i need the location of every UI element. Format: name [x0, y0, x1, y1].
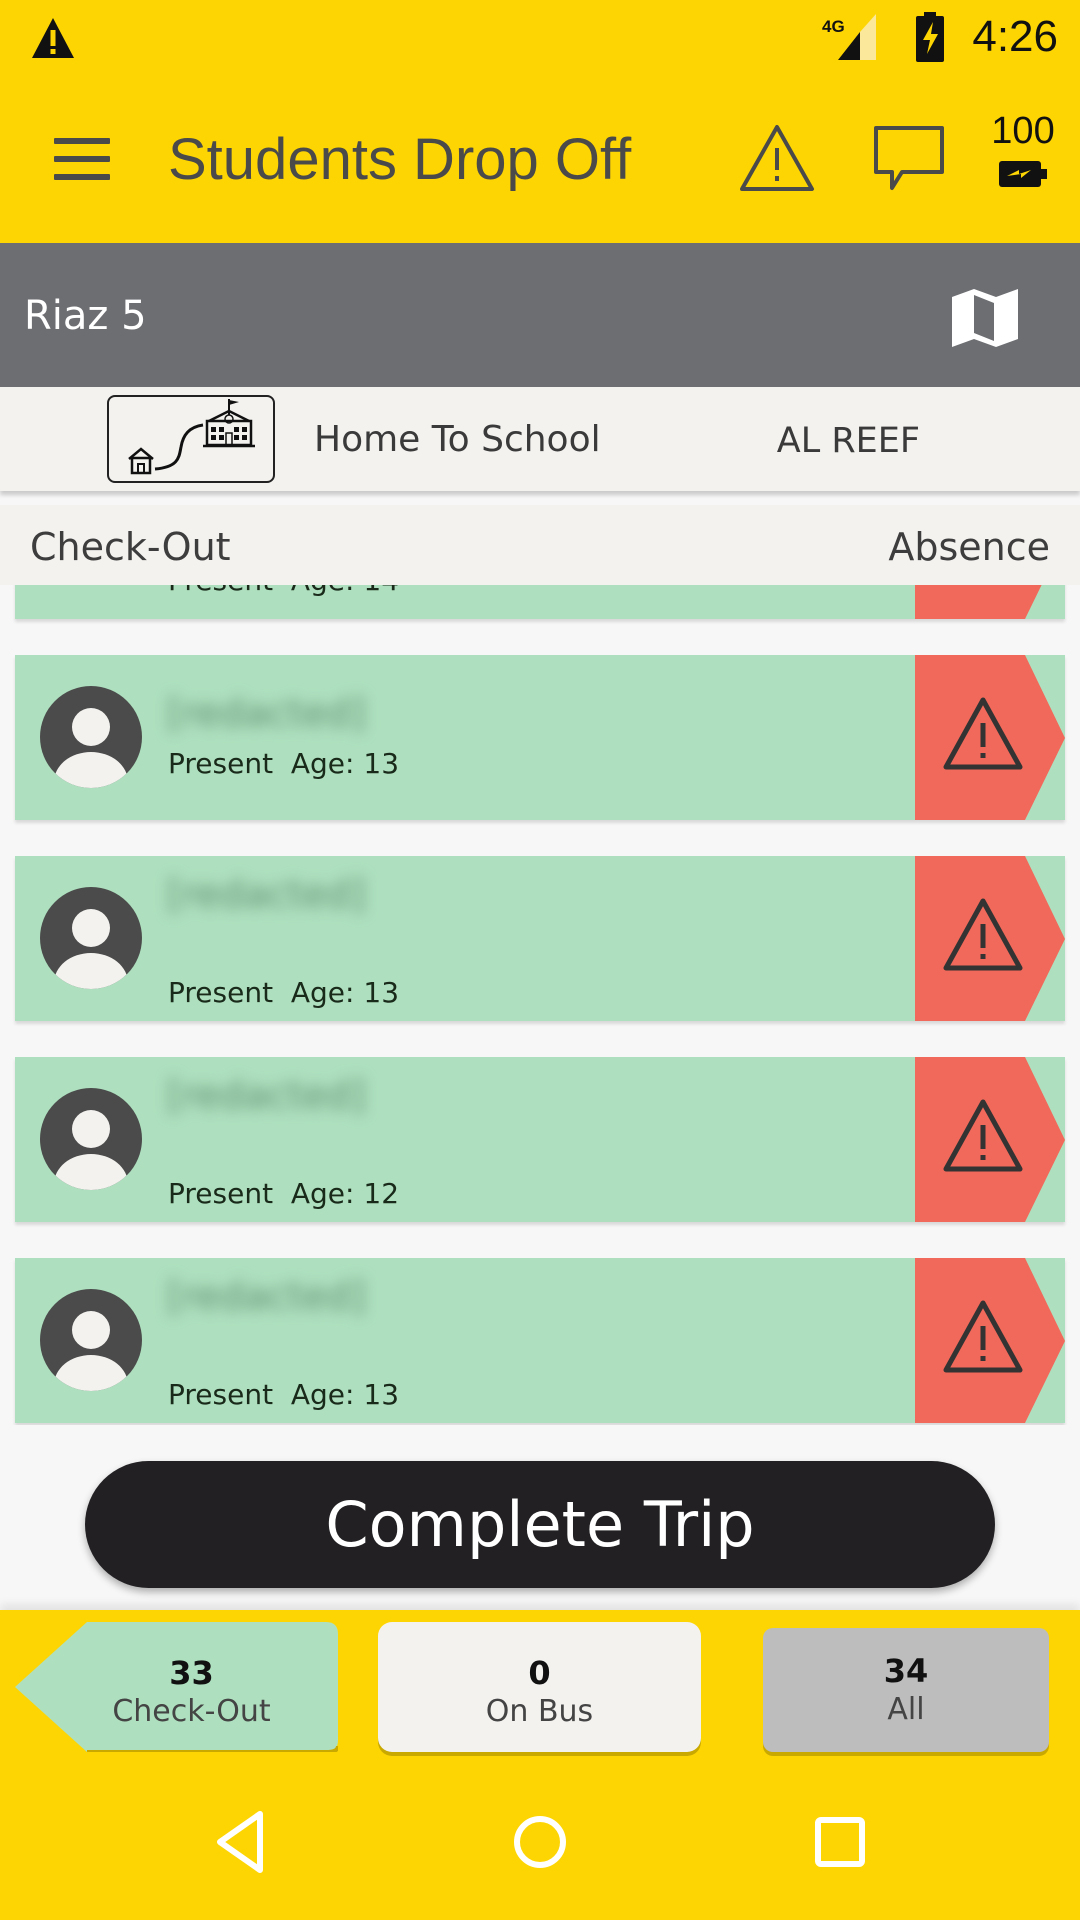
student-name: [redacted] [167, 1073, 366, 1117]
student-meta: Present Age: 13 [168, 747, 399, 780]
student-age: 13 [363, 976, 400, 1009]
battery-charging-icon [999, 161, 1047, 187]
app-bar: Students Drop Off 100 [0, 80, 1080, 243]
recents-icon[interactable] [800, 1802, 880, 1882]
age-label: Age: [290, 1378, 355, 1411]
student-meta: Present Age: 13 [168, 1378, 399, 1411]
student-name: [redacted] [167, 691, 366, 731]
student-name: [redacted] [167, 872, 366, 916]
route-name: Riaz 5 [24, 293, 147, 339]
home-to-school-icon [107, 395, 275, 483]
student-card[interactable]: [redacted] Present Age: 13 [15, 1258, 1065, 1423]
age-label: Age: [291, 585, 355, 597]
student-status: Present [168, 976, 274, 1009]
mark-absence-button[interactable] [900, 856, 1065, 1021]
student-status: Present [168, 747, 274, 780]
mark-absence-button[interactable] [900, 1057, 1065, 1222]
checkout-label: Check-Out [112, 1694, 271, 1729]
student-card[interactable]: [redacted] Present Age: 12 [15, 1057, 1065, 1222]
age-label: Age: [290, 976, 355, 1009]
student-name: [redacted] [167, 1274, 366, 1318]
svg-text:4G: 4G [822, 17, 845, 36]
list-column-header: Check-Out Absence [0, 505, 1080, 585]
student-card[interactable]: [redacted] Present Age: 13 [15, 655, 1065, 820]
signal-4g-icon: 4G [822, 14, 876, 60]
all-label: All [887, 1692, 925, 1727]
avatar-icon [40, 1088, 142, 1190]
student-card[interactable]: [redacted] Present Age: 14 [15, 585, 1065, 619]
absence-column-label: Absence [888, 525, 1050, 569]
on-bus-count: 0 [528, 1654, 551, 1692]
on-bus-label: On Bus [485, 1694, 594, 1729]
warning-icon[interactable] [738, 122, 816, 194]
student-age: 14 [363, 585, 399, 597]
student-meta: Present Age: 12 [168, 1177, 399, 1210]
complete-trip-button[interactable]: Complete Trip [85, 1461, 995, 1588]
avatar-icon [40, 1289, 142, 1391]
map-icon[interactable] [950, 283, 1020, 353]
battery-charging-icon [916, 12, 944, 62]
mark-absence-button[interactable] [900, 655, 1065, 820]
student-card[interactable]: [redacted] Present Age: 13 [15, 856, 1065, 1021]
checkout-count: 33 [169, 1654, 214, 1692]
bus-battery-level: 100 [991, 110, 1055, 152]
student-meta: Present Age: 14 [168, 585, 399, 597]
tab-all[interactable]: 34 All [763, 1628, 1049, 1752]
back-icon[interactable] [200, 1802, 280, 1882]
tab-check-out[interactable]: 33 Check-Out [15, 1622, 338, 1752]
age-label: Age: [290, 747, 355, 780]
trip-type: Home To School [314, 419, 601, 460]
bus-battery-indicator: 100 [988, 110, 1058, 191]
student-age: 12 [363, 1177, 400, 1210]
student-age: 13 [363, 747, 400, 780]
mark-absence-button[interactable] [900, 1258, 1065, 1423]
warning-icon [32, 18, 74, 58]
tab-on-bus[interactable]: 0 On Bus [378, 1622, 701, 1752]
mark-absence-button[interactable] [900, 585, 1065, 619]
status-tabs: 33 Check-Out 0 On Bus 34 All [0, 1610, 1080, 1762]
school-name: AL REEF [776, 421, 920, 461]
message-icon[interactable] [872, 124, 946, 192]
home-icon[interactable] [500, 1802, 580, 1882]
clock: 4:26 [972, 12, 1058, 61]
system-nav-bar [0, 1762, 1080, 1920]
student-status: Present [168, 1177, 274, 1210]
page-title: Students Drop Off [168, 127, 632, 192]
hamburger-menu-icon[interactable] [54, 138, 110, 182]
checkout-column-label: Check-Out [30, 525, 231, 569]
avatar-icon [40, 887, 142, 989]
student-status: Present [168, 1378, 274, 1411]
route-header: Riaz 5 [0, 243, 1080, 387]
student-age: 13 [363, 1378, 400, 1411]
age-label: Age: [290, 1177, 355, 1210]
student-list[interactable]: [redacted] Present Age: 14 [redacted] Pr… [0, 585, 1080, 1425]
avatar-icon [40, 686, 142, 788]
student-meta: Present Age: 13 [168, 976, 399, 1009]
all-count: 34 [883, 1652, 929, 1690]
student-status: Present [168, 585, 273, 597]
trip-info-bar: Home To School AL REEF [0, 387, 1080, 491]
status-bar: 4G 4:26 [0, 0, 1080, 80]
